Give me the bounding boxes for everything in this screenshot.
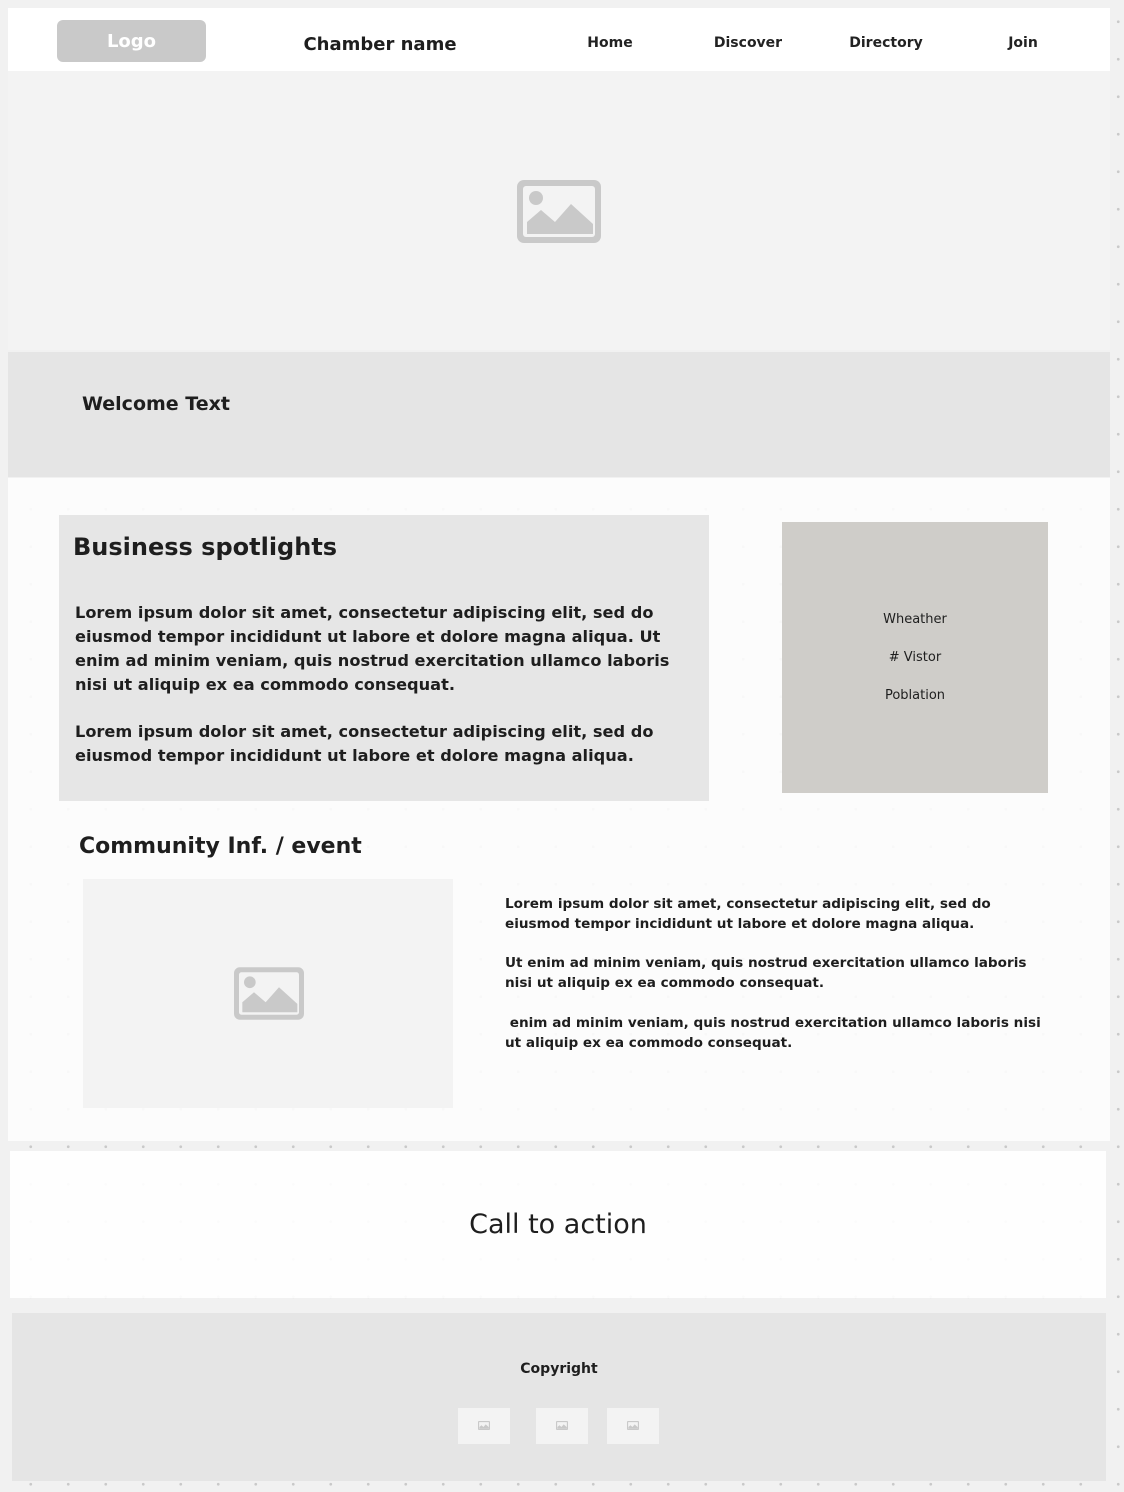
- image-placeholder-icon: [517, 180, 601, 243]
- image-icon: [556, 1421, 568, 1430]
- community-paragraph: enim ad minim veniam, quis nostrud exerc…: [505, 1015, 1046, 1051]
- image-icon: [627, 1421, 639, 1430]
- image-placeholder-icon: [234, 967, 304, 1020]
- population-label: Poblation: [884, 688, 946, 703]
- hero-image: [8, 71, 1110, 350]
- weather-label: Wheather: [883, 612, 947, 627]
- spotlight-paragraph: Lorem ipsum dolor sit amet, consectetur …: [75, 722, 654, 765]
- logo[interactable]: Logo: [57, 20, 206, 62]
- nav-home[interactable]: Home: [550, 33, 670, 53]
- visitor-count-label: # Vistor: [888, 650, 942, 665]
- nav-join[interactable]: Join: [963, 33, 1083, 53]
- image-icon: [478, 1421, 490, 1430]
- spotlight-paragraph: Lorem ipsum dolor sit amet, consectetur …: [75, 603, 670, 694]
- welcome-text: Welcome Text: [82, 393, 230, 415]
- community-image: [83, 879, 453, 1108]
- footer: [12, 1313, 1106, 1481]
- social-link-3[interactable]: [607, 1408, 659, 1444]
- community-paragraph: Ut enim ad minim veniam, quis nostrud ex…: [505, 955, 1032, 991]
- community-title: Community Inf. / event: [79, 834, 362, 859]
- copyright-text: Copyright: [520, 1361, 598, 1377]
- nav-directory[interactable]: Directory: [826, 33, 946, 53]
- call-to-action[interactable]: Call to action: [10, 1208, 1106, 1242]
- community-paragraph: Lorem ipsum dolor sit amet, consectetur …: [505, 896, 996, 932]
- nav-discover[interactable]: Discover: [688, 33, 808, 53]
- social-link-2[interactable]: [536, 1408, 588, 1444]
- spotlight-title: Business spotlights: [73, 533, 338, 561]
- social-link-1[interactable]: [458, 1408, 510, 1444]
- chamber-name: Chamber name: [303, 34, 457, 55]
